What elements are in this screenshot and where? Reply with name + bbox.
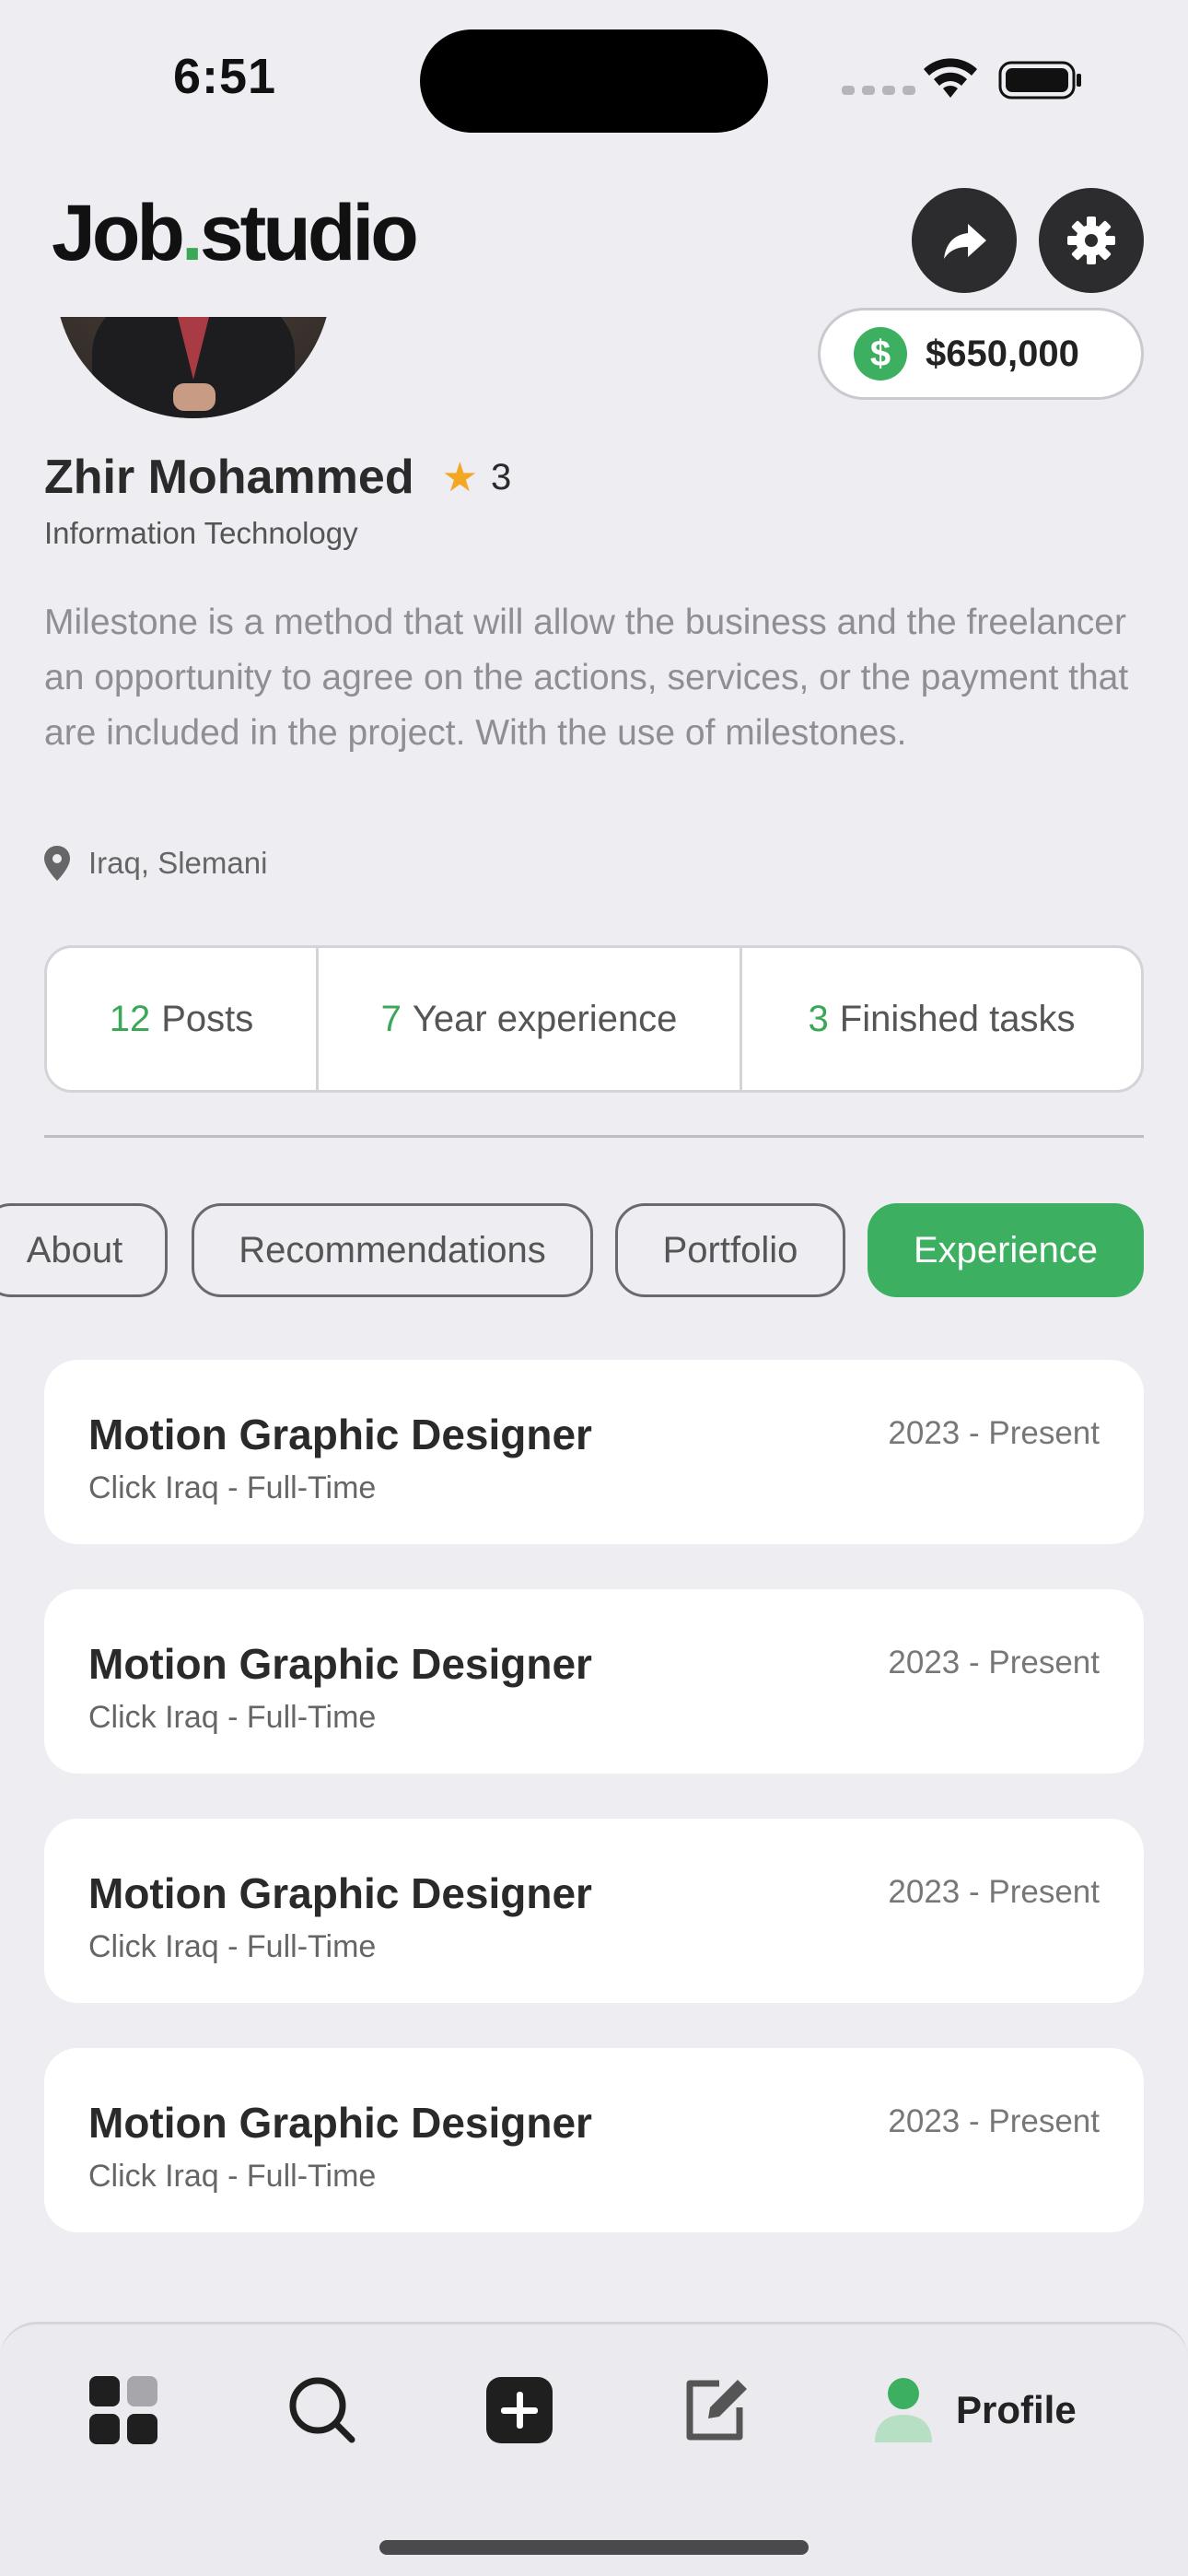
- experience-card[interactable]: Motion Graphic Designer Click Iraq - Ful…: [44, 2048, 1144, 2232]
- nav-search[interactable]: [287, 2375, 357, 2445]
- experience-company: Click Iraq - Full-Time: [88, 1470, 377, 1505]
- profile-bio: Milestone is a method that will allow th…: [44, 603, 1129, 753]
- stat-finished-tasks[interactable]: 3 Finished tasks: [742, 948, 1141, 1090]
- share-button[interactable]: [912, 188, 1017, 293]
- location-row: Iraq, Slemani: [44, 846, 267, 881]
- experience-company: Click Iraq - Full-Time: [88, 2159, 377, 2194]
- experience-company: Click Iraq - Full-Time: [88, 1700, 377, 1735]
- dynamic-island: [420, 29, 768, 133]
- bottom-nav: [0, 2322, 1188, 2576]
- experience-period: 2023 - Present: [888, 1874, 1100, 1910]
- avatar-container: [0, 317, 387, 418]
- add-icon: [486, 2377, 553, 2443]
- experience-card[interactable]: Motion Graphic Designer Click Iraq - Ful…: [44, 1360, 1144, 1544]
- search-icon: [289, 2377, 355, 2443]
- cellular-signal-icon: [842, 86, 915, 95]
- dollar-icon: $: [854, 327, 907, 381]
- experience-card[interactable]: Motion Graphic Designer Click Iraq - Ful…: [44, 1819, 1144, 2003]
- tab-experience[interactable]: Experience: [868, 1203, 1144, 1297]
- edit-icon: [686, 2380, 747, 2441]
- location-pin-icon: [44, 846, 70, 881]
- settings-button[interactable]: [1039, 188, 1144, 293]
- profile-icon: [875, 2378, 932, 2442]
- rating-value: 3: [491, 456, 512, 498]
- profile-name-row: Zhir Mohammed ★ 3: [44, 450, 511, 505]
- gear-icon: [1067, 217, 1115, 264]
- experience-title: Motion Graphic Designer: [88, 1869, 592, 1917]
- balance-pill[interactable]: $ $650,000: [818, 308, 1144, 400]
- home-indicator: [379, 2540, 809, 2555]
- experience-period: 2023 - Present: [888, 1415, 1100, 1451]
- avatar[interactable]: [55, 317, 332, 418]
- tab-recommendations[interactable]: Recommendations: [192, 1203, 593, 1297]
- experience-title: Motion Graphic Designer: [88, 1640, 592, 1688]
- experience-period: 2023 - Present: [888, 2103, 1100, 2139]
- section-divider: [44, 1135, 1144, 1138]
- tab-about[interactable]: About: [0, 1203, 168, 1297]
- share-icon: [944, 224, 986, 259]
- tab-portfolio[interactable]: Portfolio: [615, 1203, 845, 1297]
- nav-home[interactable]: [88, 2375, 158, 2445]
- experience-title: Motion Graphic Designer: [88, 2099, 592, 2147]
- location-text: Iraq, Slemani: [88, 846, 268, 880]
- nav-create[interactable]: [484, 2375, 554, 2445]
- balance-amount: $650,000: [926, 333, 1079, 374]
- app-logo: Job.studio: [52, 189, 419, 277]
- stat-posts[interactable]: 12 Posts: [47, 948, 319, 1090]
- status-time: 6:51: [173, 49, 277, 104]
- stat-experience[interactable]: 7 Year experience: [319, 948, 742, 1090]
- profile-name: Zhir Mohammed: [44, 451, 414, 504]
- experience-company: Click Iraq - Full-Time: [88, 1929, 377, 1964]
- nav-profile-label: Profile: [956, 2388, 1077, 2431]
- stats-bar: 12 Posts 7 Year experience 3 Finished tasks: [44, 945, 1144, 1093]
- nav-edit[interactable]: [681, 2375, 751, 2445]
- experience-card[interactable]: Motion Graphic Designer Click Iraq - Ful…: [44, 1589, 1144, 1774]
- grid-icon: [89, 2376, 157, 2444]
- experience-title: Motion Graphic Designer: [88, 1411, 592, 1458]
- nav-profile[interactable]: Profile: [875, 2375, 1077, 2445]
- experience-period: 2023 - Present: [888, 1645, 1100, 1680]
- star-icon: ★: [441, 454, 479, 500]
- profile-field: Information Technology: [44, 516, 358, 550]
- battery-icon: [998, 61, 1081, 100]
- wifi-icon: [924, 58, 977, 98]
